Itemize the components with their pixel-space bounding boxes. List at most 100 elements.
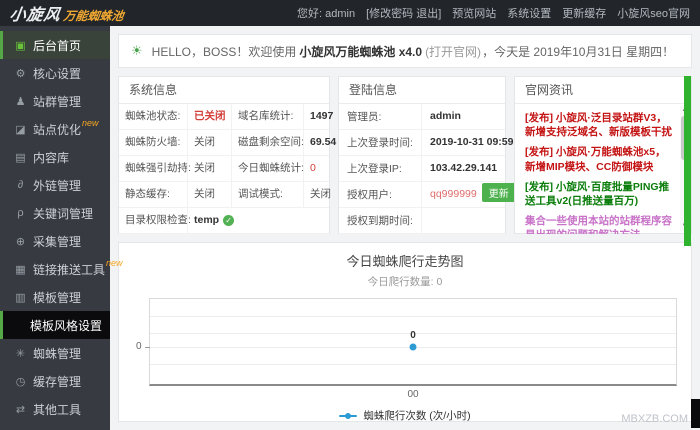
open-site-link[interactable]: (打开官网) xyxy=(425,43,481,60)
sidebar-item-label: 内容库 xyxy=(33,150,70,165)
sidebar-item-core-settings[interactable]: ⚙ 核心设置 xyxy=(0,59,110,87)
info-row: 蜘蛛防火墙: 关闭 磁盘剩余空间: 69.54 GB xyxy=(119,130,355,156)
info-label: 蜘蛛池状态: xyxy=(125,110,181,122)
info-panels-row: 系统信息 蜘蛛池状态: 已关闭 域名库统计: 1497 蜘蛛防火墙: 关闭 磁盘… xyxy=(118,76,692,234)
info-label: 管理员: xyxy=(347,111,382,123)
sidebar-item-site-group[interactable]: ♟ 站群管理 xyxy=(0,87,110,115)
sidebar-item-keywords[interactable]: ρ 关键词管理 xyxy=(0,199,110,227)
push-icon: ▦ xyxy=(15,263,26,276)
collect-icon: ⊕ xyxy=(15,235,26,248)
sidebar-item-content-library[interactable]: ▤ 内容库 xyxy=(0,143,110,171)
key-icon: ρ xyxy=(17,207,24,219)
sidebar-item-link-push[interactable]: ▦ 链接推送工具 new xyxy=(0,255,122,283)
official-site-link[interactable]: 小旋风seo官网 xyxy=(617,5,690,21)
users-icon: ♟ xyxy=(15,95,26,108)
news-item[interactable]: [发布] 小旋风·百度批量PING推送工具v2(日推送量百万) xyxy=(525,180,675,208)
news-item[interactable]: [发布] 小旋风·万能蜘蛛池x5，新增MIP模块、CC防御模块 xyxy=(525,145,675,173)
sidebar-item-label: 模板风格设置 xyxy=(30,318,103,333)
panel-system-info: 系统信息 蜘蛛池状态: 已关闭 域名库统计: 1497 蜘蛛防火墙: 关闭 磁盘… xyxy=(118,76,355,234)
panel-title: 登陆信息 xyxy=(339,77,505,104)
welcome-text-prefix: HELLO，BOSS！欢迎使用 xyxy=(151,44,297,59)
info-value: 已关闭 xyxy=(187,104,231,129)
green-strip-artifact xyxy=(684,76,691,246)
sun-icon: ☀ xyxy=(131,43,143,58)
top-menu: 您好: admin [修改密码 退出] 预览网站 系统设置 更新缓存 小旋风se… xyxy=(297,5,690,21)
tools-icon: ⇄ xyxy=(15,403,26,416)
info-value: 103.42.29.141 xyxy=(421,156,505,181)
info-value: admin xyxy=(421,104,505,129)
info-row: 管理员: admin xyxy=(339,104,505,130)
sidebar-item-label: 其他工具 xyxy=(33,402,82,417)
info-row: 目录权限检查: temp ✓ xyxy=(119,208,329,234)
info-label: 磁盘剩余空间: xyxy=(231,130,304,155)
gear-icon: ⚙ xyxy=(15,67,26,80)
news-list: [发布] 小旋风·泛目录站群V3，新增支持泛域名、新版模板干扰 [发布] 小旋风… xyxy=(515,104,691,234)
info-value: qq999999 更新 xyxy=(421,182,516,207)
update-auth-button[interactable]: 更新 xyxy=(481,183,516,202)
sidebar-item-collection[interactable]: ⊕ 采集管理 xyxy=(0,227,110,255)
greeting-text: 您好: admin xyxy=(297,8,356,20)
info-row: 蜘蛛池状态: 已关闭 域名库统计: 1497 xyxy=(119,104,333,130)
sidebar-item-cache[interactable]: ◷ 缓存管理 xyxy=(0,367,110,395)
info-label: 蜘蛛防火墙: xyxy=(125,136,181,148)
news-item[interactable]: 集合一些使用本站的站群程序容易出现的问题和解决方法 xyxy=(525,214,675,234)
library-icon: ▤ xyxy=(15,151,26,164)
info-row: 上次登录时间: 2019-10-31 09:59 xyxy=(339,130,513,156)
sidebar-item-label: 模板管理 xyxy=(33,290,82,305)
logo-text-main: 小旋风 xyxy=(8,7,62,24)
new-badge: new xyxy=(106,258,123,268)
news-item[interactable]: [发布] 小旋风·泛目录站群V3，新增支持泛域名、新版模板干扰 xyxy=(525,111,675,139)
info-value: 关闭 xyxy=(187,156,231,181)
info-row: 蜘蛛强引劫持: 关闭 今日蜘蛛统计: 0 xyxy=(119,156,329,182)
sidebar-item-label: 采集管理 xyxy=(33,234,82,249)
sidebar-item-label: 外链管理 xyxy=(33,178,82,193)
sidebar-item-label: 链接推送工具 xyxy=(33,262,106,277)
data-point-label: 0 xyxy=(410,330,416,342)
info-value: 0 xyxy=(303,156,329,181)
sidebar-item-label: 关键词管理 xyxy=(33,206,94,221)
sidebar: ▣ 后台首页 ⚙ 核心设置 ♟ 站群管理 ◪ 站点优化 new ▤ 内容库 ∂ … xyxy=(0,26,123,430)
info-row: 上次登录IP: 103.42.29.141 xyxy=(339,156,505,182)
legend-label: 蜘蛛爬行次数 (次/小时) xyxy=(363,410,471,422)
system-settings-link[interactable]: 系统设置 xyxy=(507,5,551,21)
link-icon: ∂ xyxy=(17,179,24,191)
spider-icon: ✳ xyxy=(15,347,26,360)
sidebar-item-label: 站点优化 xyxy=(33,122,82,137)
chart-plot-area: 0 0 xyxy=(136,298,677,386)
refresh-cache-link[interactable]: 更新缓存 xyxy=(562,5,606,21)
data-point[interactable] xyxy=(409,343,417,351)
sidebar-item-spider[interactable]: ✳ 蜘蛛管理 xyxy=(0,339,110,367)
change-password-link[interactable]: [修改密码 退出] xyxy=(366,5,441,21)
panel-title: 官网资讯 xyxy=(515,77,691,104)
info-label: 授权用户: xyxy=(347,189,392,201)
info-value: 关闭 xyxy=(303,182,331,207)
preview-site-link[interactable]: 预览网站 xyxy=(452,5,496,21)
info-label: 上次登录IP: xyxy=(347,163,402,175)
sidebar-item-dashboard[interactable]: ▣ 后台首页 xyxy=(0,31,110,59)
chart-title: 今日蜘蛛爬行走势图 xyxy=(346,254,464,269)
chart-subtitle: 今日爬行数量: 0 xyxy=(367,276,443,288)
sidebar-item-tools[interactable]: ⇄ 其他工具 xyxy=(0,395,110,423)
top-header: 小旋风 万能蜘蛛池 您好: admin [修改密码 退出] 预览网站 系统设置 … xyxy=(0,0,700,26)
main-content: ☀ HELLO，BOSS！欢迎使用 小旋风万能蜘蛛池 x4.0 (打开官网) ，… xyxy=(110,26,700,430)
auth-user-value: qq999999 xyxy=(430,188,477,200)
sidebar-item-templates[interactable]: ▥ 模板管理 xyxy=(0,283,110,311)
product-name: 小旋风万能蜘蛛池 x4.0 xyxy=(299,44,423,59)
app-logo: 小旋风 万能蜘蛛池 xyxy=(8,1,125,25)
info-label: 蜘蛛强引劫持: xyxy=(125,162,191,174)
sidebar-item-template-style[interactable]: 模板风格设置 xyxy=(0,311,110,339)
panel-login-info: 登陆信息 管理员: admin 上次登录时间: 2019-10-31 09:59… xyxy=(338,76,516,234)
info-value: 1497 xyxy=(303,104,333,129)
sidebar-item-site-optimize[interactable]: ◪ 站点优化 new xyxy=(0,115,110,143)
welcome-text-suffix: ，今天是 2019年10月31日 星期四！ xyxy=(482,44,675,59)
cache-icon: ◷ xyxy=(15,375,26,388)
check-icon: ✓ xyxy=(223,215,235,226)
legend-marker-icon xyxy=(339,412,358,419)
watermark: MBXZB.COM xyxy=(621,413,688,425)
sidebar-item-label: 站群管理 xyxy=(33,94,82,109)
chart-legend[interactable]: 蜘蛛爬行次数 (次/小时) xyxy=(119,408,691,423)
sidebar-item-external-links[interactable]: ∂ 外链管理 xyxy=(0,171,110,199)
info-value: 关闭 xyxy=(187,130,231,155)
spider-trend-chart-panel: 今日蜘蛛爬行走势图 今日爬行数量: 0 0 0 00 蜘蛛爬行次数 (次/小时) xyxy=(118,242,692,422)
sidebar-item-label: 核心设置 xyxy=(33,66,82,81)
